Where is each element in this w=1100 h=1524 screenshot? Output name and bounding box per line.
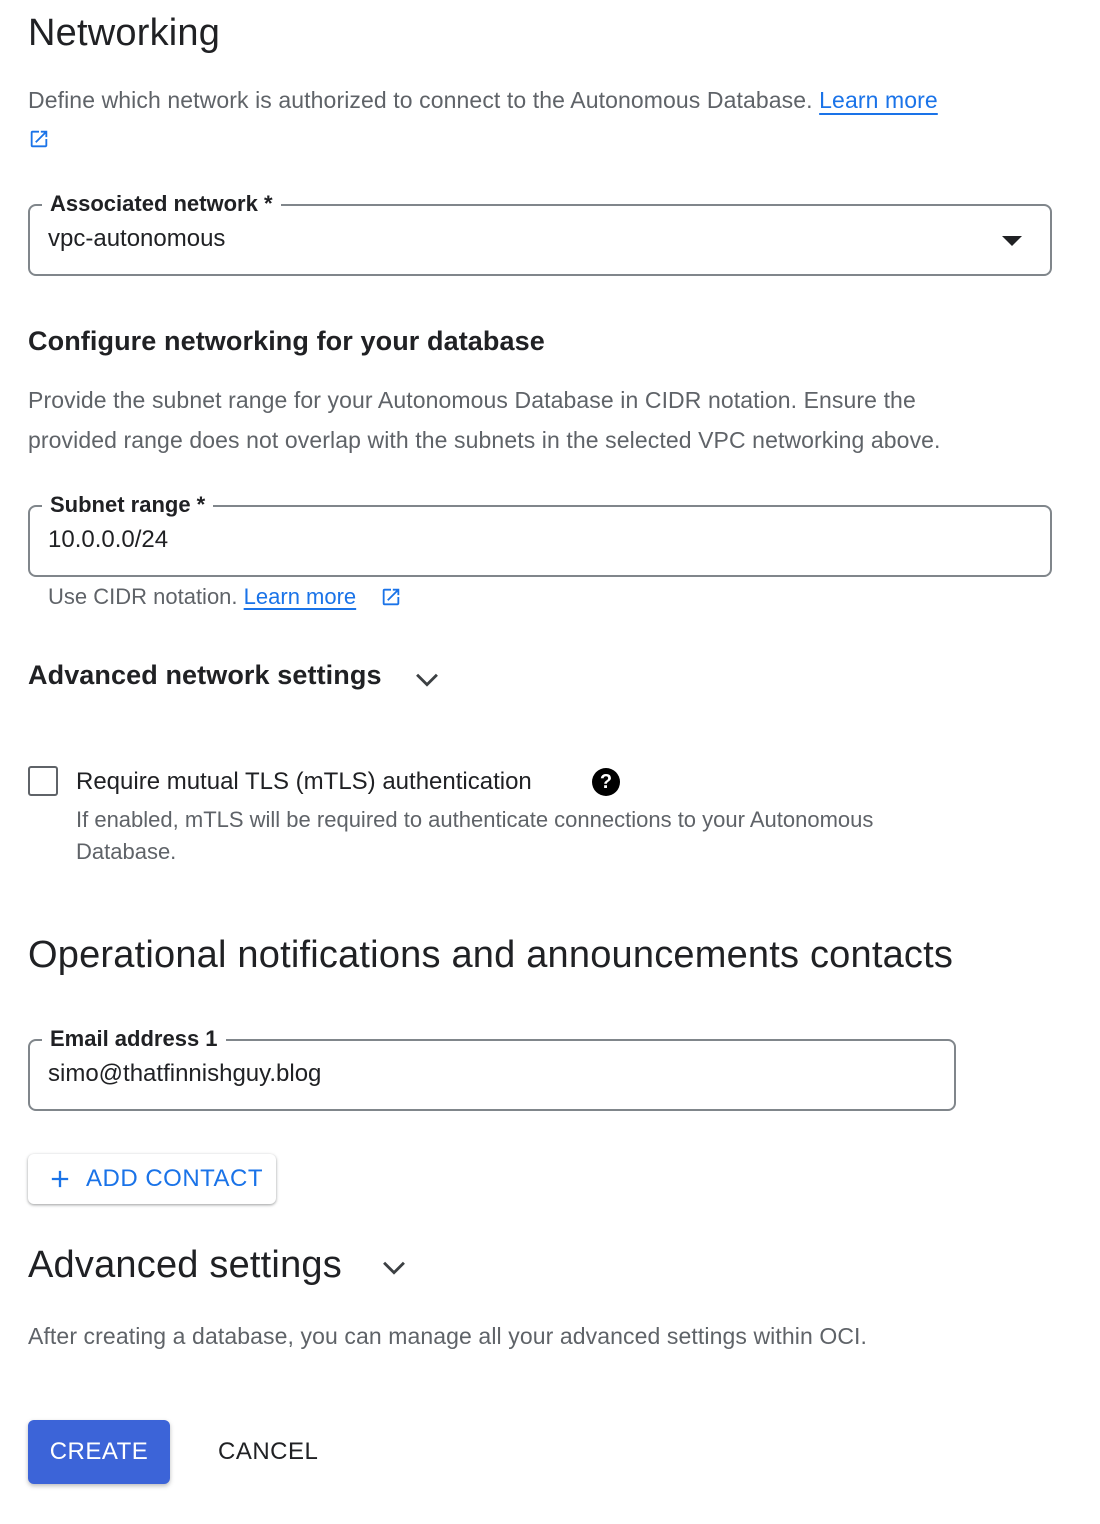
add-contact-label: ADD CONTACT: [86, 1165, 264, 1192]
advanced-settings-description: After creating a database, you can manag…: [28, 1323, 868, 1349]
subnet-learn-more-link[interactable]: Learn more: [244, 584, 357, 609]
mtls-checkbox[interactable]: [28, 766, 58, 796]
configure-description-line2: provided range does not overlap with the…: [28, 427, 941, 453]
advanced-settings-title: Advanced settings: [28, 1244, 342, 1286]
configure-networking-title: Configure networking for your database: [28, 326, 545, 356]
create-button[interactable]: CREATE: [28, 1420, 170, 1484]
add-contact-button[interactable]: ADD CONTACT: [28, 1154, 276, 1204]
subnet-range-label: Subnet range *: [42, 491, 214, 519]
arrow-drop-down-icon[interactable]: [1002, 236, 1022, 246]
subnet-range-value[interactable]: 10.0.0.0/24: [48, 523, 168, 557]
networking-description: Define which network is authorized to co…: [28, 80, 1078, 120]
mtls-description-line2: Database.: [76, 839, 177, 864]
plus-icon: [46, 1165, 74, 1193]
email-address-1-value[interactable]: simo@thatfinnishguy.blog: [48, 1057, 321, 1091]
open-in-new-icon[interactable]: [380, 586, 402, 608]
networking-title: Networking: [28, 12, 221, 54]
configure-networking-description: Provide the subnet range for your Autono…: [28, 380, 1088, 460]
mtls-description: If enabled, mTLS will be required to aut…: [76, 804, 873, 868]
advanced-network-settings-toggle[interactable]: Advanced network settings: [28, 660, 382, 700]
associated-network-value: vpc-autonomous: [48, 225, 226, 252]
email-address-1-field[interactable]: Email address 1 simo@thatfinnishguy.blog: [28, 1025, 956, 1111]
open-in-new-icon[interactable]: [28, 128, 50, 150]
networking-description-text: Define which network is authorized to co…: [28, 87, 813, 113]
subnet-hint: Use CIDR notation. Learn more: [48, 584, 356, 610]
advanced-settings-toggle[interactable]: Advanced settings: [28, 1244, 342, 1287]
subnet-hint-text: Use CIDR notation.: [48, 584, 238, 609]
associated-network-select[interactable]: Associated network * vpc-autonomous: [28, 190, 1052, 276]
mtls-label[interactable]: Require mutual TLS (mTLS) authentication: [76, 768, 532, 796]
configure-description-line1: Provide the subnet range for your Autono…: [28, 387, 916, 413]
help-circle-icon[interactable]: ?: [592, 768, 620, 796]
email-address-1-label: Email address 1: [42, 1025, 226, 1053]
advanced-network-settings-title: Advanced network settings: [28, 660, 382, 690]
chevron-down-icon[interactable]: [377, 1250, 411, 1284]
associated-network-label: Associated network *: [42, 190, 281, 218]
networking-learn-more-link[interactable]: Learn more: [819, 87, 938, 113]
mtls-description-line1: If enabled, mTLS will be required to aut…: [76, 807, 874, 832]
contacts-title: Operational notifications and announceme…: [28, 934, 954, 976]
subnet-range-field[interactable]: Subnet range * 10.0.0.0/24: [28, 491, 1052, 577]
chevron-down-icon[interactable]: [410, 662, 444, 696]
cancel-button[interactable]: CANCEL: [218, 1438, 318, 1466]
